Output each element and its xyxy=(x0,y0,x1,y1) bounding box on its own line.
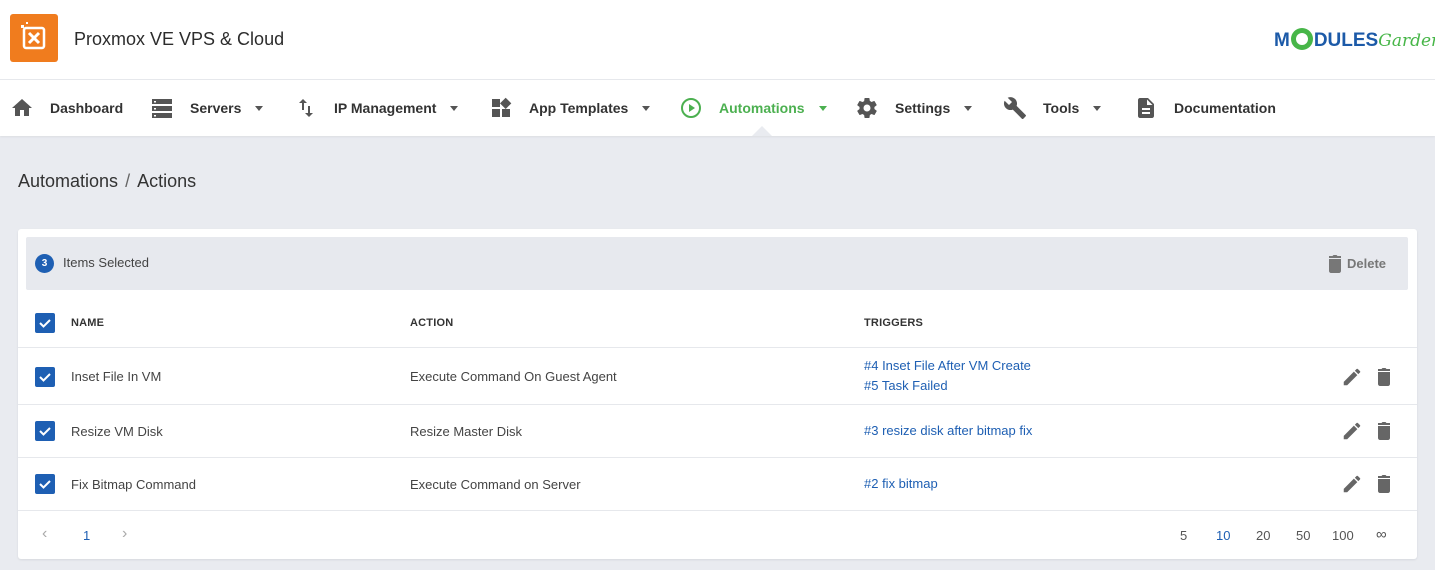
edit-icon[interactable] xyxy=(1341,473,1363,495)
row-name: Resize VM Disk xyxy=(71,424,163,439)
breadcrumb-parent[interactable]: Automations xyxy=(18,171,118,191)
selected-count-badge: 3 xyxy=(35,254,54,273)
page-size-all[interactable]: ∞ xyxy=(1376,526,1387,543)
breadcrumb: Automations / Actions xyxy=(18,171,196,192)
trash-icon[interactable] xyxy=(1376,366,1392,386)
edit-icon[interactable] xyxy=(1341,420,1363,442)
selection-bar: 3 Items Selected Delete xyxy=(26,237,1408,290)
nav-settings[interactable]: Settings xyxy=(855,80,973,136)
home-icon xyxy=(12,99,32,116)
app-header: Proxmox VE VPS & Cloud MDULESGarden xyxy=(0,0,1435,80)
servers-icon xyxy=(152,99,172,118)
swap-vertical-icon xyxy=(299,99,313,117)
table-row: Resize VM Disk Resize Master Disk #3 res… xyxy=(18,404,1417,457)
page-size-20[interactable]: 20 xyxy=(1256,528,1270,543)
checkmark-icon xyxy=(39,480,51,489)
row-action: Execute Command On Guest Agent xyxy=(410,369,617,384)
chevron-down-icon xyxy=(964,105,973,111)
nav-app-templates[interactable]: App Templates xyxy=(489,80,651,136)
row-checkbox[interactable] xyxy=(35,367,55,387)
trigger-link[interactable]: #5 Task Failed xyxy=(864,376,1031,396)
nav-label: Servers xyxy=(190,100,242,116)
checkmark-icon xyxy=(39,373,51,382)
page-size-50[interactable]: 50 xyxy=(1296,528,1310,543)
trash-icon xyxy=(1329,255,1341,273)
nav-label: Documentation xyxy=(1174,100,1276,116)
chevron-down-icon xyxy=(1093,105,1102,111)
globe-icon xyxy=(1290,28,1313,50)
checkmark-icon xyxy=(39,427,51,436)
nav-label: Automations xyxy=(719,100,805,116)
nav-label: App Templates xyxy=(529,100,629,116)
next-page-button[interactable]: › xyxy=(122,525,127,543)
prev-page-button[interactable]: ‹ xyxy=(42,525,47,543)
modulesgarden-logo: MDULESGarden xyxy=(1274,28,1435,51)
select-all-checkbox[interactable] xyxy=(35,313,55,333)
nav-ip-management[interactable]: IP Management xyxy=(294,80,459,136)
checkmark-icon xyxy=(39,319,51,328)
nav-tools[interactable]: Tools xyxy=(1003,80,1102,136)
nav-label: Tools xyxy=(1043,100,1080,116)
chevron-down-icon xyxy=(255,105,264,111)
page-size-10[interactable]: 10 xyxy=(1216,528,1230,543)
document-icon xyxy=(1138,98,1154,118)
nav-label: Dashboard xyxy=(50,100,124,116)
row-triggers: #4 Inset File After VM Create #5 Task Fa… xyxy=(864,356,1031,396)
bulk-delete-button[interactable]: Delete xyxy=(1327,253,1386,273)
nav-label: Settings xyxy=(895,100,951,116)
chevron-down-icon xyxy=(450,105,459,111)
row-name: Fix Bitmap Command xyxy=(71,477,196,492)
actions-panel: 3 Items Selected Delete NAME ACTION TRIG… xyxy=(18,229,1417,559)
column-header-action[interactable]: ACTION xyxy=(410,317,453,329)
wrench-icon xyxy=(1003,97,1026,119)
nav-dashboard[interactable]: Dashboard xyxy=(10,80,123,136)
column-header-triggers[interactable]: TRIGGERS xyxy=(864,317,923,329)
app-title: Proxmox VE VPS & Cloud xyxy=(74,29,285,49)
delete-label: Delete xyxy=(1347,255,1387,271)
page-number[interactable]: 1 xyxy=(83,528,90,543)
column-header-name[interactable]: NAME xyxy=(71,317,104,329)
selected-label: Items Selected xyxy=(63,255,149,270)
app-logo xyxy=(10,14,58,62)
main-nav: Dashboard Servers IP Management App Temp… xyxy=(0,80,1435,136)
row-triggers: #2 fix bitmap xyxy=(864,474,938,494)
nav-label: IP Management xyxy=(334,100,437,116)
nav-documentation[interactable]: Documentation xyxy=(1134,80,1276,136)
active-nav-pointer xyxy=(752,126,772,136)
trigger-link[interactable]: #4 Inset File After VM Create xyxy=(864,356,1031,376)
row-action: Resize Master Disk xyxy=(410,424,522,439)
page-size-100[interactable]: 100 xyxy=(1332,528,1354,543)
play-circle-icon xyxy=(681,98,701,118)
table-row: Inset File In VM Execute Command On Gues… xyxy=(18,347,1417,404)
edit-icon[interactable] xyxy=(1341,366,1363,388)
trigger-link[interactable]: #2 fix bitmap xyxy=(864,474,938,494)
gear-icon xyxy=(857,98,877,119)
close-box-icon xyxy=(21,22,46,50)
row-action: Execute Command on Server xyxy=(410,477,581,492)
breadcrumb-current: Actions xyxy=(137,171,197,191)
trigger-link[interactable]: #3 resize disk after bitmap fix xyxy=(864,421,1032,441)
pagination: ‹ 1 › 5 10 20 50 100 ∞ xyxy=(18,510,1417,559)
row-checkbox[interactable] xyxy=(35,474,55,494)
breadcrumb-separator: / xyxy=(125,171,131,191)
row-checkbox[interactable] xyxy=(35,421,55,441)
chevron-down-icon xyxy=(642,105,651,111)
chevron-down-icon xyxy=(818,105,827,111)
trash-icon[interactable] xyxy=(1376,473,1392,493)
page-size-5[interactable]: 5 xyxy=(1180,528,1187,543)
row-name: Inset File In VM xyxy=(71,369,162,384)
table-row: Fix Bitmap Command Execute Command on Se… xyxy=(18,457,1417,510)
trash-icon[interactable] xyxy=(1376,420,1392,440)
nav-servers[interactable]: Servers xyxy=(150,80,264,136)
row-triggers: #3 resize disk after bitmap fix xyxy=(864,421,1032,441)
widgets-icon xyxy=(492,97,512,117)
